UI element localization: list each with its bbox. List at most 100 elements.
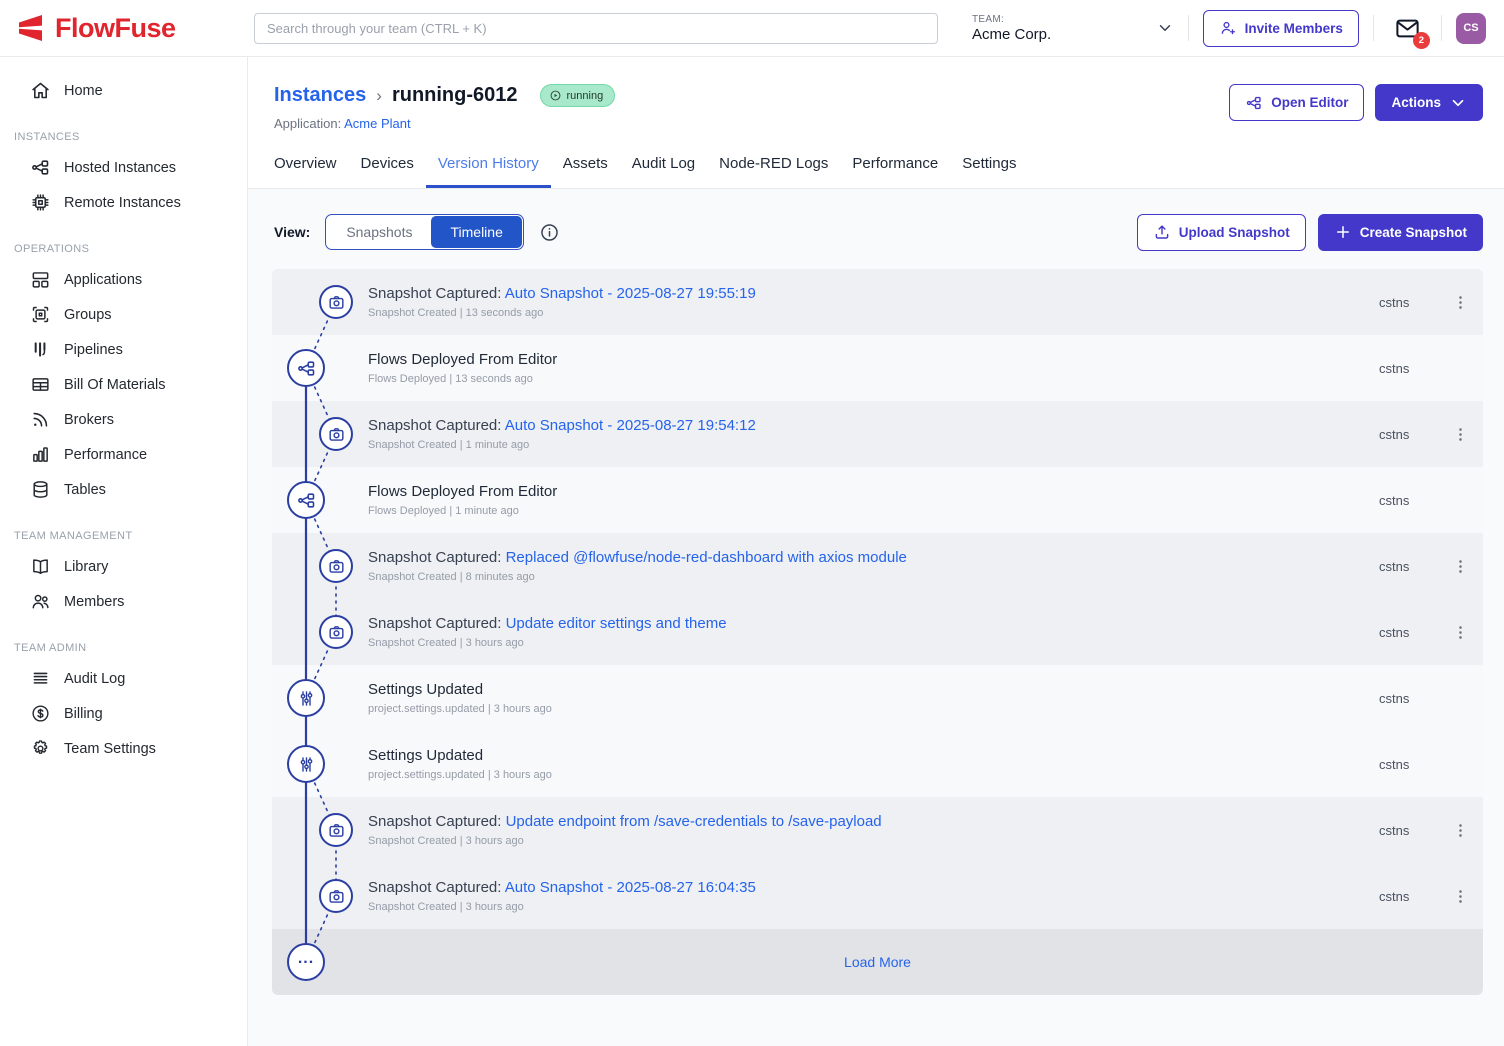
sidebar-item-hosted-instances[interactable]: Hosted Instances — [0, 150, 247, 185]
timeline: Snapshot Captured: Auto Snapshot - 2025-… — [272, 269, 1483, 995]
sidebar-item-library[interactable]: Library — [0, 549, 247, 584]
sidebar-item-label: Audit Log — [64, 671, 125, 687]
database-icon — [30, 479, 51, 500]
row-title-prefix: Snapshot Captured: — [368, 879, 505, 896]
flowfuse-logo-icon — [14, 12, 46, 44]
kebab-menu-button[interactable] — [1437, 624, 1483, 641]
row-meta: project.settings.updated | 3 hours ago — [368, 703, 1369, 715]
sidebar-item-applications[interactable]: Applications — [0, 262, 247, 297]
toggle-snapshots[interactable]: Snapshots — [327, 216, 431, 248]
sidebar-item-audit-log[interactable]: Audit Log — [0, 661, 247, 696]
sidebar-section-label: TEAM ADMIN — [14, 642, 247, 654]
tab-performance[interactable]: Performance — [840, 155, 950, 188]
sidebar-item-brokers[interactable]: Brokers — [0, 402, 247, 437]
info-icon[interactable] — [539, 222, 560, 243]
upload-snapshot-button[interactable]: Upload Snapshot — [1137, 214, 1306, 251]
snapshot-link[interactable]: Auto Snapshot - 2025-08-27 16:04:35 — [505, 879, 756, 896]
row-user: cstns — [1379, 361, 1437, 376]
snapshot-link[interactable]: Update endpoint from /save-credentials t… — [506, 813, 882, 830]
create-snapshot-button[interactable]: Create Snapshot — [1318, 214, 1483, 251]
create-snapshot-label: Create Snapshot — [1360, 225, 1467, 240]
open-editor-button[interactable]: Open Editor — [1229, 84, 1364, 121]
chevron-down-icon — [1156, 19, 1174, 37]
sidebar-item-home[interactable]: Home — [0, 73, 247, 108]
kebab-menu-button[interactable] — [1437, 294, 1483, 311]
snapshot-link[interactable]: Auto Snapshot - 2025-08-27 19:54:12 — [505, 417, 756, 434]
projects-icon — [30, 157, 51, 178]
groups-icon — [30, 304, 51, 325]
timeline-row: Snapshot Captured: Replaced @flowfuse/no… — [272, 533, 1483, 599]
load-more-row: ... Load More — [272, 929, 1483, 995]
pipelines-icon — [30, 339, 51, 360]
row-user: cstns — [1379, 691, 1437, 706]
row-title-prefix: Snapshot Captured: — [368, 813, 506, 830]
row-user: cstns — [1379, 559, 1437, 574]
table-icon — [30, 374, 51, 395]
sidebar-item-members[interactable]: Members — [0, 584, 247, 619]
top-navigation-bar: FlowFuse TEAM: Acme Corp. Invite Members… — [0, 0, 1504, 57]
sidebar-item-billing[interactable]: Billing — [0, 696, 247, 731]
sidebar-item-label: Members — [64, 594, 124, 610]
sidebar-item-team-settings[interactable]: Team Settings — [0, 731, 247, 766]
chevron-down-icon — [1449, 94, 1467, 112]
page-header: Instances › running-6012 running Applica… — [248, 57, 1504, 189]
row-user: cstns — [1379, 889, 1437, 904]
sidebar-item-label: Team Settings — [64, 741, 156, 757]
rss-icon — [30, 409, 51, 430]
tab-version-history[interactable]: Version History — [426, 155, 551, 188]
ellipsis-icon: ... — [287, 943, 325, 981]
kebab-menu-button[interactable] — [1437, 888, 1483, 905]
users-icon — [30, 591, 51, 612]
timeline-row: Flows Deployed From EditorFlows Deployed… — [272, 335, 1483, 401]
tab-devices[interactable]: Devices — [349, 155, 426, 188]
timeline-row: Flows Deployed From EditorFlows Deployed… — [272, 467, 1483, 533]
application-link[interactable]: Acme Plant — [344, 116, 410, 131]
breadcrumb-separator: › — [376, 86, 382, 106]
row-title-prefix: Snapshot Captured: — [368, 549, 506, 566]
sidebar-item-label: Remote Instances — [64, 195, 181, 211]
load-more-link[interactable]: Load More — [844, 954, 911, 970]
cog-icon — [30, 738, 51, 759]
sliders-icon — [287, 745, 325, 783]
snapshot-link[interactable]: Update editor settings and theme — [506, 615, 727, 632]
invite-members-button[interactable]: Invite Members — [1203, 10, 1359, 47]
flowfuse-logo[interactable]: FlowFuse — [14, 12, 254, 44]
kebab-menu-button[interactable] — [1437, 558, 1483, 575]
sidebar-item-groups[interactable]: Groups — [0, 297, 247, 332]
sidebar-item-label: Billing — [64, 706, 103, 722]
application-label: Application: — [274, 116, 341, 131]
team-selector[interactable]: TEAM: Acme Corp. — [972, 14, 1174, 43]
breadcrumb-instances-link[interactable]: Instances — [274, 84, 366, 107]
notifications-button[interactable]: 2 — [1394, 15, 1421, 42]
row-title: Flows Deployed From Editor — [368, 483, 1369, 500]
snapshot-link[interactable]: Auto Snapshot - 2025-08-27 19:55:19 — [505, 285, 756, 302]
home-icon — [30, 80, 51, 101]
tab-settings[interactable]: Settings — [950, 155, 1028, 188]
snapshot-link[interactable]: Replaced @flowfuse/node-red-dashboard wi… — [506, 549, 907, 566]
tab-audit-log[interactable]: Audit Log — [620, 155, 707, 188]
timeline-row: Snapshot Captured: Auto Snapshot - 2025-… — [272, 401, 1483, 467]
tab-overview[interactable]: Overview — [262, 155, 349, 188]
tab-assets[interactable]: Assets — [551, 155, 620, 188]
page-title: running-6012 — [392, 84, 518, 107]
camera-icon — [319, 285, 353, 319]
sidebar-item-bill-of-materials[interactable]: Bill Of Materials — [0, 367, 247, 402]
actions-label: Actions — [1391, 95, 1441, 110]
avatar[interactable]: CS — [1456, 13, 1486, 44]
logo-text: FlowFuse — [55, 13, 176, 44]
kebab-menu-button[interactable] — [1437, 822, 1483, 839]
kebab-menu-button[interactable] — [1437, 426, 1483, 443]
sidebar-section-label: OPERATIONS — [14, 243, 247, 255]
applications-icon — [30, 269, 51, 290]
view-toolbar: View: SnapshotsTimeline Upload Snapshot … — [248, 189, 1504, 256]
sidebar-item-remote-instances[interactable]: Remote Instances — [0, 185, 247, 220]
sidebar-item-performance[interactable]: Performance — [0, 437, 247, 472]
sidebar-item-pipelines[interactable]: Pipelines — [0, 332, 247, 367]
search-input[interactable] — [254, 13, 938, 44]
notification-badge: 2 — [1413, 32, 1430, 49]
actions-button[interactable]: Actions — [1375, 84, 1483, 121]
view-toggle: SnapshotsTimeline — [325, 214, 524, 250]
toggle-timeline[interactable]: Timeline — [431, 216, 521, 248]
tab-node-red-logs[interactable]: Node-RED Logs — [707, 155, 840, 188]
sidebar-item-tables[interactable]: Tables — [0, 472, 247, 507]
